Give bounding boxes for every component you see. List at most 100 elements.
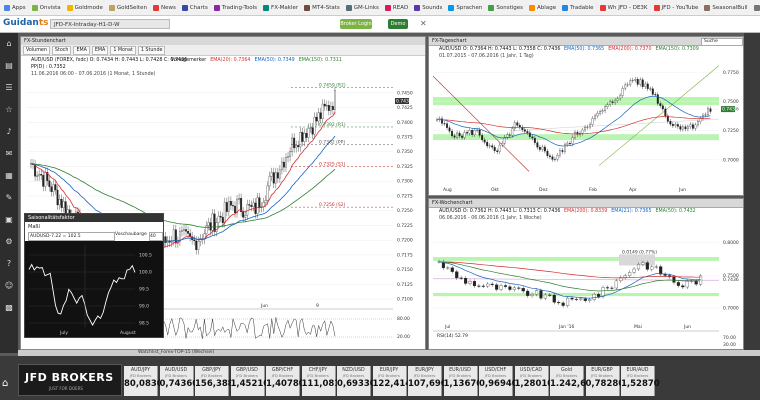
guidants-logo[interactable]: Guidants xyxy=(3,18,48,28)
toolbar-button-3[interactable]: EMA xyxy=(91,45,109,55)
demo-button[interactable]: Demo xyxy=(388,19,408,29)
candle xyxy=(329,106,332,111)
candle xyxy=(443,123,446,125)
close-icon[interactable]: ✕ xyxy=(420,19,427,28)
jfd-brokers-banner[interactable]: JFD BROKERS JUST FOR DOERS xyxy=(18,364,122,396)
bookmark-9[interactable]: GM-Links xyxy=(345,4,379,11)
candle xyxy=(517,287,521,289)
bookmark-favicon-icon xyxy=(562,4,569,11)
bookmark-15[interactable]: Tradable xyxy=(562,4,594,11)
quote-tile[interactable]: EUR/GBP JFD Brokers 0,78280 xyxy=(585,366,624,396)
preview-button[interactable]: Voschaubarge xyxy=(115,232,147,237)
candle xyxy=(681,285,685,288)
candle xyxy=(614,100,617,103)
candle xyxy=(511,128,514,136)
quote-tile[interactable]: USD/CHF JFD Brokers 0,96940 xyxy=(479,366,518,396)
price-tag-label: 0.7436 xyxy=(722,107,738,113)
bookmark-1[interactable]: Onvista xyxy=(31,4,61,11)
bookmark-6[interactable]: Trading-Tools xyxy=(213,4,257,11)
seasonality-window[interactable]: Saisonalitätsfaktor Maßl AUDUSD-7.22 = 1… xyxy=(24,213,164,338)
daily-chart[interactable]: 0.77500.75000.74360.72500.70000.7436AugO… xyxy=(429,59,743,195)
bookmark-10[interactable]: READ xyxy=(384,4,408,11)
star-icon[interactable]: ☆ xyxy=(3,105,15,115)
user-icon[interactable]: ☺ xyxy=(3,281,15,291)
candle xyxy=(242,211,245,218)
candle xyxy=(331,106,334,110)
home-icon[interactable]: ⌂ xyxy=(2,378,8,389)
weekly-chart[interactable]: 0.0149 (0.77%)0.80000.75000.74360.7000Ju… xyxy=(429,221,743,349)
home-icon[interactable]: ⌂ xyxy=(3,39,15,49)
candle xyxy=(491,145,494,148)
x-tick-label: Jun xyxy=(260,303,268,309)
candle xyxy=(626,84,629,86)
quote-tile[interactable]: GBP/USD JFD Brokers 1,45210 xyxy=(230,366,269,396)
quote-tile[interactable]: EUR/USD JFD Brokers 1,13670 xyxy=(443,366,482,396)
candle xyxy=(458,132,461,137)
quote-tile[interactable]: EUR/AUD JFD Brokers 1,52870 xyxy=(621,366,660,396)
bookmark-label: Apps xyxy=(12,4,26,11)
workspace-tab[interactable]: JFD-FX-Intraday-H1-D-W xyxy=(50,19,170,29)
quote-tile[interactable]: NZD/USD JFD Brokers 0,69330 xyxy=(337,366,376,396)
quote-tile[interactable]: GBP/JPY JFD Brokers 156,38800 xyxy=(195,366,246,396)
chart-icon[interactable]: ▤ xyxy=(3,61,15,71)
ema-label-3: EMA(150): 0.7311 xyxy=(298,58,342,63)
bookmark-0[interactable]: Apps xyxy=(4,4,26,11)
candle xyxy=(211,213,214,231)
toolbar-button-4[interactable]: 1 Monat xyxy=(110,45,136,55)
candle xyxy=(252,202,255,207)
bookmark-12[interactable]: Sprachen xyxy=(448,4,482,11)
candle xyxy=(534,290,539,295)
bookmark-2[interactable]: Goldmode xyxy=(66,4,103,11)
bookmark-11[interactable]: Sounds xyxy=(414,4,442,11)
bookmark-8[interactable]: MT4-Stats xyxy=(304,4,340,11)
count-input[interactable]: 40 xyxy=(149,232,163,241)
candle xyxy=(459,277,463,279)
y-tick-label: 0.7500 xyxy=(723,99,739,105)
quote-tile[interactable]: AUD/USD JFD Brokers 0,74360 xyxy=(159,366,198,396)
tools-icon[interactable]: ✎ xyxy=(3,193,15,203)
ema-label-2: EMA(50): 0.7349 xyxy=(254,58,295,63)
y-tick-label: 0.7400 xyxy=(397,120,413,126)
quote-tile[interactable]: EUR/JPY JFD Brokers 122,41400 xyxy=(372,366,423,396)
right-scroll-strip[interactable] xyxy=(744,33,760,353)
bookmark-14[interactable]: Ablage xyxy=(529,4,556,11)
grid-icon[interactable]: ▩ xyxy=(3,303,15,313)
list-icon[interactable]: ☰ xyxy=(3,83,15,93)
toolbar-button-0[interactable]: Volumen xyxy=(23,45,50,55)
quote-tile[interactable]: CHF/JPY JFD Brokers 111,08100 xyxy=(301,366,352,396)
quote-tile[interactable]: EUR/JPY JFD Brokers 107,69600 xyxy=(408,366,459,396)
candle xyxy=(621,88,624,96)
bookmark-4[interactable]: News xyxy=(152,4,176,11)
bookmark-5[interactable]: Charts xyxy=(181,4,208,11)
quote-tile[interactable]: GBP/CHF JFD Brokers 1,40780 xyxy=(266,366,305,396)
settings-icon[interactable]: ⚙ xyxy=(3,237,15,247)
toolbar-button-5[interactable]: 1 Stunde xyxy=(137,45,166,55)
candle xyxy=(495,284,499,290)
bookmark-19[interactable]: Medien - myeebee xyxy=(753,4,760,11)
news-icon[interactable]: ✉ xyxy=(3,149,15,159)
question-icon[interactable]: ? xyxy=(3,259,15,269)
quote-tile[interactable]: AUD/JPY JFD Brokers 80,08300 xyxy=(124,366,169,396)
toolbar-button-2[interactable]: EMA xyxy=(73,45,90,55)
search-box[interactable]: Suche xyxy=(701,38,743,46)
broker-login-button[interactable]: Broker Login xyxy=(340,19,372,29)
quote-tile[interactable]: USD/CAD JFD Brokers 1,28010 xyxy=(514,366,553,396)
bookmark-16[interactable]: Wh JFD - DE3K xyxy=(599,4,648,11)
bookmark-13[interactable]: Sonstiges xyxy=(488,4,523,11)
toolbar-button-1[interactable]: Stoch xyxy=(51,45,72,55)
bookmark-7[interactable]: FX-Makler xyxy=(263,4,298,11)
candle xyxy=(448,127,451,132)
candle xyxy=(629,80,632,85)
bookmark-17[interactable]: JFD - YouTube xyxy=(653,4,698,11)
calendar-icon[interactable]: ▦ xyxy=(3,171,15,181)
candle xyxy=(493,147,496,151)
bookmark-18[interactable]: SeasonalBull xyxy=(704,4,748,11)
briefcase-icon[interactable]: ▣ xyxy=(3,215,15,225)
symbol-input[interactable]: AUDUSD-7.22 = 102.5 xyxy=(28,232,115,241)
support-zone xyxy=(433,134,719,141)
bookmark-3[interactable]: GoldSeiten xyxy=(108,4,147,11)
x-tick-label: August xyxy=(120,330,136,336)
quote-tile[interactable]: Gold JFD Brokers 1.242,67 xyxy=(550,366,592,396)
bell-icon[interactable]: ♪ xyxy=(3,127,15,137)
y-tick-label: 0.7250 xyxy=(723,128,739,134)
